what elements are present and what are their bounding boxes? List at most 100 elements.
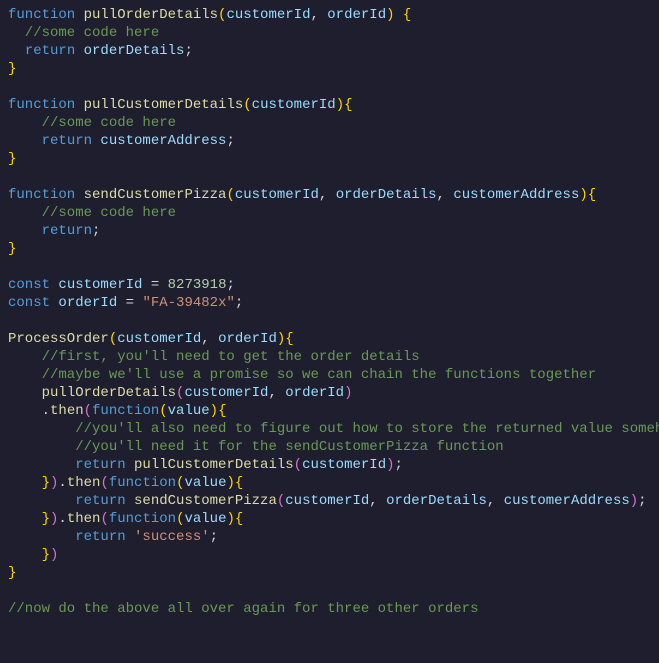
code-line[interactable]: pullOrderDetails(customerId, orderId) bbox=[8, 384, 651, 402]
code-token: //now do the above all over again for th… bbox=[8, 601, 478, 617]
code-token: . bbox=[8, 403, 50, 419]
code-token: ( bbox=[159, 403, 167, 419]
code-line[interactable] bbox=[8, 78, 651, 96]
code-line[interactable]: const orderId = "FA-39482x"; bbox=[8, 294, 651, 312]
code-line[interactable]: return sendCustomerPizza(customerId, ord… bbox=[8, 492, 651, 510]
code-line[interactable]: return orderDetails; bbox=[8, 42, 651, 60]
code-token: 8273918 bbox=[168, 277, 227, 293]
code-editor[interactable]: function pullOrderDetails(customerId, or… bbox=[0, 0, 659, 624]
code-token: customerAddress bbox=[100, 133, 226, 149]
code-line[interactable]: function pullCustomerDetails(customerId)… bbox=[8, 96, 651, 114]
code-line[interactable]: }).then(function(value){ bbox=[8, 510, 651, 528]
code-token bbox=[8, 223, 42, 239]
code-line[interactable]: }).then(function(value){ bbox=[8, 474, 651, 492]
code-token: , bbox=[487, 493, 504, 509]
code-token: function bbox=[8, 187, 84, 203]
code-token: pullCustomerDetails bbox=[84, 97, 244, 113]
code-token: ; bbox=[210, 529, 218, 545]
code-token: , bbox=[201, 331, 218, 347]
code-token: function bbox=[8, 7, 84, 23]
code-token: orderDetails bbox=[84, 43, 185, 59]
code-line[interactable]: //some code here bbox=[8, 204, 651, 222]
code-token: ) bbox=[386, 457, 394, 473]
code-token: //first, you'll need to get the order de… bbox=[8, 349, 420, 365]
code-line[interactable]: //you'll also need to figure out how to … bbox=[8, 420, 651, 438]
code-line[interactable]: //some code here bbox=[8, 24, 651, 42]
code-token: ( bbox=[226, 187, 234, 203]
code-line[interactable]: function pullOrderDetails(customerId, or… bbox=[8, 6, 651, 24]
code-token: then bbox=[67, 475, 101, 491]
code-token: ; bbox=[638, 493, 646, 509]
code-line[interactable]: return 'success'; bbox=[8, 528, 651, 546]
code-token: ; bbox=[184, 43, 192, 59]
code-token: customerId bbox=[302, 457, 386, 473]
code-line[interactable]: const customerId = 8273918; bbox=[8, 276, 651, 294]
code-line[interactable] bbox=[8, 312, 651, 330]
code-token: ( bbox=[277, 493, 285, 509]
code-token: customerAddress bbox=[504, 493, 630, 509]
code-line[interactable]: } bbox=[8, 150, 651, 168]
code-token: } bbox=[42, 547, 50, 563]
code-token: customerId bbox=[252, 97, 336, 113]
code-token: , bbox=[369, 493, 386, 509]
code-token: ) bbox=[210, 403, 218, 419]
code-token: function bbox=[8, 97, 84, 113]
code-token: //some code here bbox=[8, 115, 176, 131]
code-token: ) bbox=[336, 97, 344, 113]
code-line[interactable]: //first, you'll need to get the order de… bbox=[8, 348, 651, 366]
code-token: } bbox=[42, 511, 50, 527]
code-line[interactable]: function sendCustomerPizza(customerId, o… bbox=[8, 186, 651, 204]
code-token: customerAddress bbox=[453, 187, 579, 203]
code-token: ProcessOrder bbox=[8, 331, 109, 347]
code-token: { bbox=[235, 475, 243, 491]
code-line[interactable]: } bbox=[8, 564, 651, 582]
code-line[interactable]: } bbox=[8, 240, 651, 258]
code-token: ) bbox=[226, 475, 234, 491]
code-line[interactable]: } bbox=[8, 60, 651, 78]
code-token: , bbox=[268, 385, 285, 401]
code-token: , bbox=[437, 187, 454, 203]
code-line[interactable]: //now do the above all over again for th… bbox=[8, 600, 651, 618]
code-token: function bbox=[109, 511, 176, 527]
code-token: ( bbox=[294, 457, 302, 473]
code-token: orderDetails bbox=[336, 187, 437, 203]
code-token: customerId bbox=[117, 331, 201, 347]
code-token: orderDetails bbox=[386, 493, 487, 509]
code-line[interactable]: return customerAddress; bbox=[8, 132, 651, 150]
code-line[interactable] bbox=[8, 258, 651, 276]
code-line[interactable]: .then(function(value){ bbox=[8, 402, 651, 420]
code-token: = bbox=[142, 277, 167, 293]
code-token bbox=[8, 457, 75, 473]
code-token: ; bbox=[226, 133, 234, 149]
code-line[interactable]: //some code here bbox=[8, 114, 651, 132]
code-token bbox=[8, 511, 42, 527]
code-token: { bbox=[403, 7, 411, 23]
code-line[interactable]: }) bbox=[8, 546, 651, 564]
code-token: ( bbox=[243, 97, 251, 113]
code-token: } bbox=[8, 61, 16, 77]
code-token bbox=[8, 529, 75, 545]
code-line[interactable] bbox=[8, 582, 651, 600]
code-token: ; bbox=[92, 223, 100, 239]
code-token: orderId bbox=[218, 331, 277, 347]
code-token: customerId bbox=[184, 385, 268, 401]
code-line[interactable]: //you'll need it for the sendCustomerPiz… bbox=[8, 438, 651, 456]
code-token: value bbox=[184, 475, 226, 491]
code-token: { bbox=[235, 511, 243, 527]
code-token: function bbox=[92, 403, 159, 419]
code-line[interactable]: return pullCustomerDetails(customerId); bbox=[8, 456, 651, 474]
code-token: customerId bbox=[58, 277, 142, 293]
code-line[interactable]: ProcessOrder(customerId, orderId){ bbox=[8, 330, 651, 348]
code-token: orderId bbox=[327, 7, 386, 23]
code-token bbox=[8, 133, 42, 149]
code-token: { bbox=[344, 97, 352, 113]
code-token: "FA-39482x" bbox=[142, 295, 234, 311]
code-token bbox=[8, 493, 75, 509]
code-token: ( bbox=[109, 331, 117, 347]
code-line[interactable]: return; bbox=[8, 222, 651, 240]
code-token: , bbox=[319, 187, 336, 203]
code-token bbox=[8, 43, 25, 59]
code-line[interactable]: //maybe we'll use a promise so we can ch… bbox=[8, 366, 651, 384]
code-line[interactable] bbox=[8, 168, 651, 186]
code-token: pullOrderDetails bbox=[42, 385, 176, 401]
